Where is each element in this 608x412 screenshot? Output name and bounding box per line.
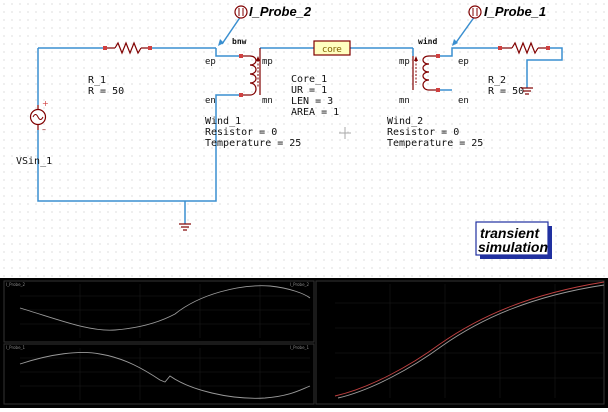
ground-icon[interactable] xyxy=(179,223,191,231)
wind1-name: Wind_1 xyxy=(205,116,241,127)
wind1-param-temperature: Temperature = 25 xyxy=(205,138,301,149)
plot-ylabel: I_Probe_1 xyxy=(6,345,26,350)
winding-wind2[interactable]: wind mp mn ep en Wind_2 Resistor = 0 Tem… xyxy=(387,36,483,149)
wind2-param-resistor: Resistor = 0 xyxy=(387,127,459,138)
probe-icon xyxy=(234,5,248,19)
plot-panel-right[interactable] xyxy=(315,280,605,405)
probe-icon xyxy=(468,5,482,19)
schematic-canvas[interactable]: I_Probe_2 I_Probe_1 R_1 R = 50 R_2 R = 5… xyxy=(0,0,608,278)
arrow-icon xyxy=(414,56,418,61)
wire-wind2-to-r2 xyxy=(412,47,500,57)
wire-ground-loop xyxy=(37,94,241,224)
pin xyxy=(103,46,107,50)
plot-panel-bottom-left[interactable]: I_Probe_1 I_Probe_1 xyxy=(3,343,315,405)
schematic-drawing: I_Probe_2 I_Probe_1 R_1 R = 50 R_2 R = 5… xyxy=(16,4,563,259)
winding-wind1[interactable]: bnw ep en mp mn Wind_1 Resistor = 0 Temp… xyxy=(205,37,301,149)
wind2-type-label: wind xyxy=(418,36,437,46)
port-mn: mn xyxy=(399,96,410,106)
wind2-name: Wind_2 xyxy=(387,116,423,127)
port-mn: mn xyxy=(262,96,273,106)
resistor-zigzag xyxy=(114,41,142,55)
port-ep: ep xyxy=(458,57,469,67)
plot-legend: I_Probe_1 xyxy=(290,345,310,350)
pin xyxy=(148,46,152,50)
probe-1-label: I_Probe_1 xyxy=(484,4,546,19)
core-param-area: AREA = 1 xyxy=(291,107,339,118)
probe-i-probe-1[interactable]: I_Probe_1 xyxy=(452,4,546,46)
crosshair-cursor-icon xyxy=(339,127,351,139)
coil-icon xyxy=(249,55,257,96)
resistor-r1[interactable]: R_1 R = 50 xyxy=(88,41,152,97)
core-name: Core_1 xyxy=(291,74,327,85)
core-type-label: core xyxy=(322,45,342,55)
pin xyxy=(239,54,243,58)
pin xyxy=(546,46,550,50)
wire-r2-to-ground xyxy=(526,47,563,88)
port-en: en xyxy=(458,96,469,106)
core-block[interactable]: core Core_1 UR = 1 LEN = 3 AREA = 1 xyxy=(291,40,351,118)
port-mp: mp xyxy=(262,57,273,67)
port-en: en xyxy=(205,96,216,106)
pin xyxy=(436,88,440,92)
wind2-param-temperature: Temperature = 25 xyxy=(387,138,483,149)
transient-simulation-block[interactable]: transient simulation xyxy=(475,221,552,259)
r2-name: R_2 xyxy=(488,75,506,86)
pin xyxy=(436,54,440,58)
plot-panel-top-left[interactable]: I_Probe_2 I_Probe_2 xyxy=(3,280,315,343)
probe-2-label: I_Probe_2 xyxy=(249,4,312,19)
wire-r1-to-wind1 xyxy=(150,47,241,57)
plus-sign: + xyxy=(42,99,49,108)
pin xyxy=(239,93,243,97)
r1-param: R = 50 xyxy=(88,86,124,97)
plot-legend: I_Probe_2 xyxy=(290,282,310,287)
resistor-zigzag xyxy=(511,41,539,55)
plot-ylabel: I_Probe_2 xyxy=(6,282,26,287)
port-ep: ep xyxy=(205,57,216,67)
minus-sign: – xyxy=(42,125,46,134)
core-param-ur: UR = 1 xyxy=(291,85,327,96)
r2-param: R = 50 xyxy=(488,86,524,97)
wind1-param-resistor: Resistor = 0 xyxy=(205,127,277,138)
port-mp: mp xyxy=(399,57,410,67)
plot-area[interactable]: I_Probe_2 I_Probe_2 I_Probe_1 I_Probe_1 xyxy=(0,278,608,408)
pin xyxy=(498,46,502,50)
source-name: VSin_1 xyxy=(16,156,52,167)
r1-name: R_1 xyxy=(88,75,106,86)
voltage-source-vsin1[interactable]: + – VSin_1 xyxy=(16,99,52,167)
wind1-type-label: bnw xyxy=(232,37,247,46)
coil-icon xyxy=(422,55,430,91)
resistor-r2[interactable]: R_2 R = 50 xyxy=(488,41,550,97)
simulation-line2: simulation xyxy=(478,239,548,255)
core-param-len: LEN = 3 xyxy=(291,96,333,107)
plots-drawing: I_Probe_2 I_Probe_2 I_Probe_1 I_Probe_1 xyxy=(3,280,605,405)
